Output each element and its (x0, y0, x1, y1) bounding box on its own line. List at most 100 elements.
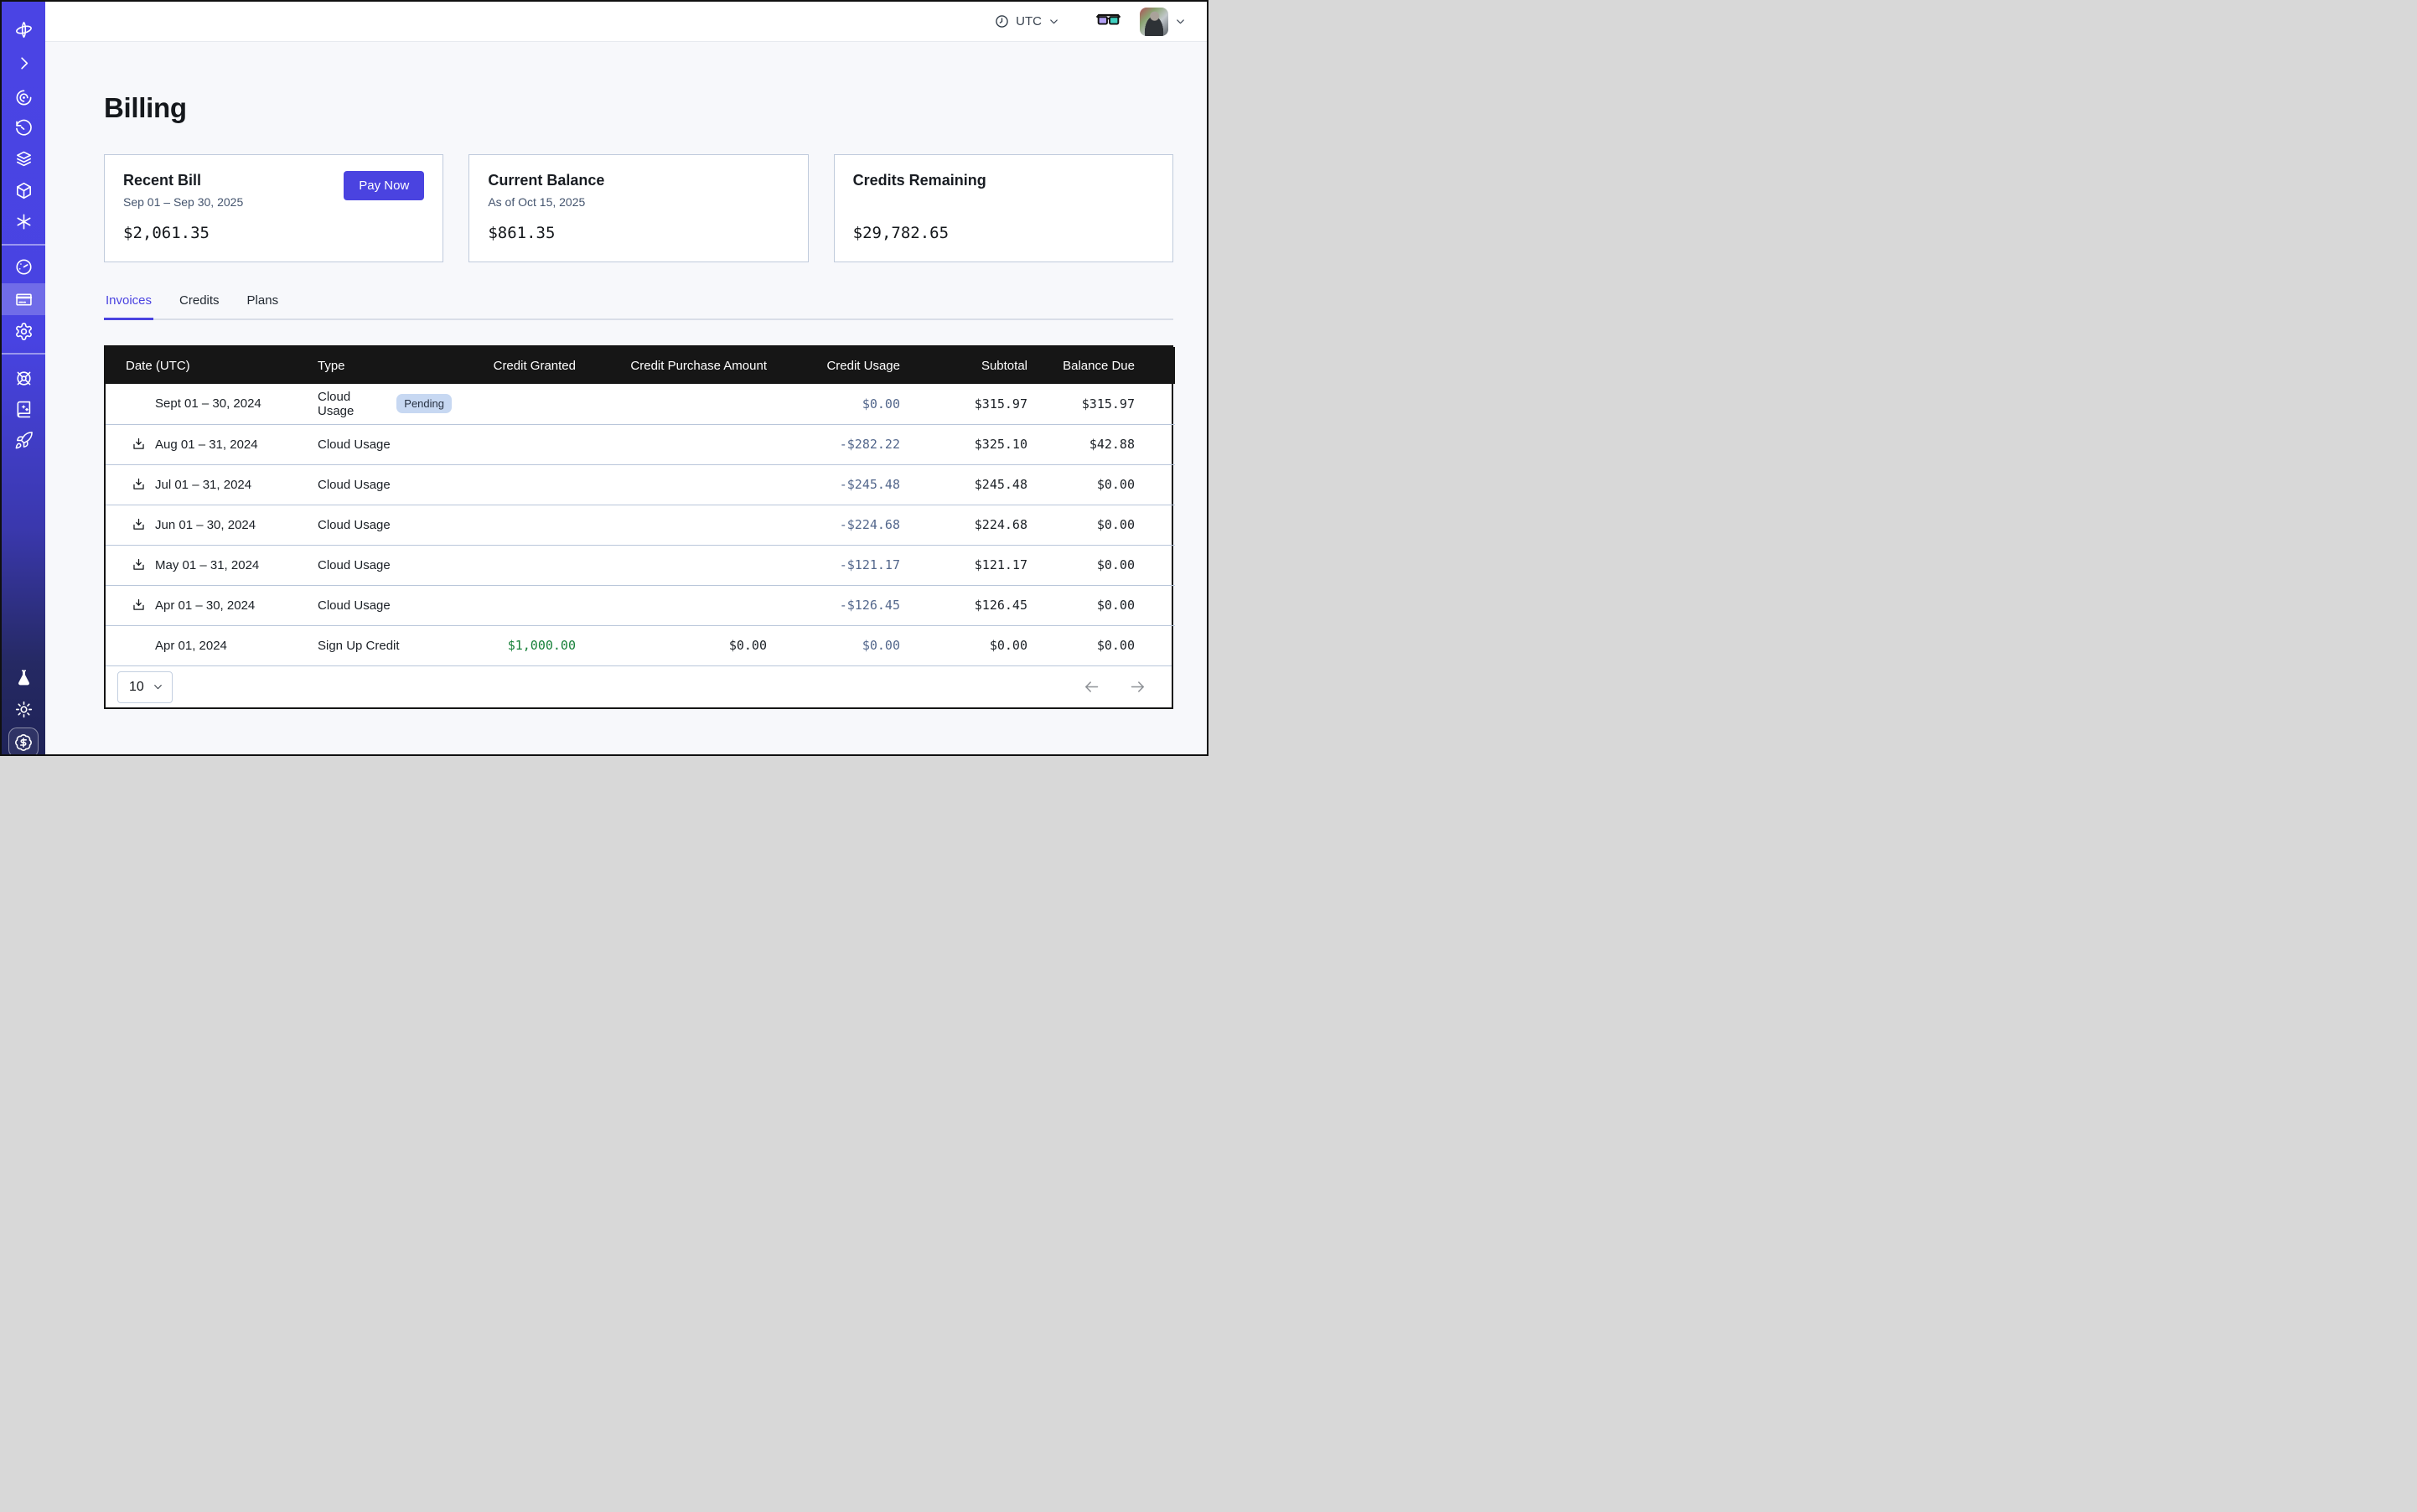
recent-bill-card: Recent Bill Sep 01 – Sep 30, 2025 $2,061… (104, 154, 443, 262)
page-size-select[interactable]: 10 (117, 671, 173, 703)
sidebar-item-labs[interactable] (2, 661, 45, 693)
credit-usage-value: -$126.45 (767, 585, 900, 625)
previous-page-button[interactable] (1083, 678, 1100, 696)
user-menu[interactable] (1140, 8, 1187, 36)
invoice-type: Cloud Usage (318, 478, 391, 492)
credit-usage-value: -$121.17 (767, 545, 900, 585)
pay-now-button[interactable]: Pay Now (344, 171, 424, 200)
credit-purchase-value (576, 384, 767, 424)
current-balance-amount: $861.35 (488, 224, 789, 242)
table-row: Apr 01 – 30, 2024 Cloud Usage -$126.45 $… (106, 585, 1175, 625)
invoice-date: Apr 01, 2024 (155, 639, 227, 653)
subtotal-value: $126.45 (900, 585, 1027, 625)
sidebar-expand[interactable] (2, 47, 45, 79)
credits-remaining-card: Credits Remaining $29,782.65 (834, 154, 1173, 262)
chevron-down-icon (1048, 15, 1060, 28)
sidebar-item-credits[interactable] (8, 728, 39, 756)
invoice-type: Cloud Usage (318, 390, 390, 418)
download-icon (132, 598, 146, 613)
summary-cards: Recent Bill Sep 01 – Sep 30, 2025 $2,061… (104, 154, 1173, 262)
download-invoice-button[interactable] (132, 438, 146, 452)
credit-granted-value (452, 545, 576, 585)
credit-granted-value (452, 464, 576, 505)
sidebar-item-launch[interactable] (2, 424, 45, 456)
history-icon (14, 119, 34, 138)
sidebar-item-observe[interactable] (2, 81, 45, 113)
subtotal-value: $245.48 (900, 464, 1027, 505)
app-window: UTC Billing Recent Bill (0, 0, 1208, 756)
credit-purchase-value (576, 545, 767, 585)
table-footer: 10 (106, 665, 1172, 707)
sidebar-item-docs[interactable] (2, 393, 45, 425)
download-invoice-button[interactable] (132, 598, 146, 613)
clock-icon (994, 13, 1010, 29)
credit-granted-value (452, 384, 576, 424)
next-page-button[interactable] (1129, 678, 1146, 696)
tab-invoices[interactable]: Invoices (104, 293, 153, 318)
credit-usage-value: -$282.22 (767, 424, 900, 464)
table-body: Sept 01 – 30, 2024 Cloud Usage Pending $… (106, 384, 1175, 665)
recent-bill-amount: $2,061.35 (123, 224, 424, 242)
sidebar-item-services[interactable] (2, 205, 45, 237)
pagination-controls (1083, 678, 1146, 696)
invoices-table: Date (UTC)TypeCredit GrantedCredit Purch… (106, 347, 1175, 665)
spacer (853, 195, 1154, 210)
invoice-type: Cloud Usage (318, 598, 391, 613)
dev-glasses-toggle[interactable] (1095, 13, 1121, 30)
page-title: Billing (104, 92, 1173, 124)
sidebar (2, 2, 45, 754)
asterisk-icon (14, 212, 34, 231)
invoice-type: Cloud Usage (318, 518, 391, 532)
credit-usage-value: -$224.68 (767, 505, 900, 545)
credit-usage-value: $0.00 (767, 384, 900, 424)
invoice-date: Apr 01 – 30, 2024 (155, 598, 255, 613)
card-title: Current Balance (488, 172, 789, 189)
chevron-down-icon (1174, 15, 1187, 28)
subtotal-value: $315.97 (900, 384, 1027, 424)
sidebar-item-packages[interactable] (2, 174, 45, 206)
table-row: Jun 01 – 30, 2024 Cloud Usage -$224.68 $… (106, 505, 1175, 545)
sidebar-divider (2, 244, 45, 246)
credit-usage-value: -$245.48 (767, 464, 900, 505)
scan-eye-icon (14, 88, 34, 107)
sidebar-item-layers[interactable] (2, 142, 45, 174)
chevron-down-icon (153, 681, 163, 692)
balance-due-value: $0.00 (1027, 545, 1175, 585)
table-header-row: Date (UTC)TypeCredit GrantedCredit Purch… (106, 347, 1175, 384)
orbit-logo-icon (14, 20, 34, 39)
column-header: Type (318, 347, 452, 384)
download-icon (132, 518, 146, 532)
credit-granted-value: $1,000.00 (452, 625, 576, 665)
balance-due-value: $42.88 (1027, 424, 1175, 464)
invoice-type: Sign Up Credit (318, 639, 400, 653)
table-row: Aug 01 – 31, 2024 Cloud Usage -$282.22 $… (106, 424, 1175, 464)
invoice-date: May 01 – 31, 2024 (155, 558, 259, 572)
timezone-selector[interactable]: UTC (994, 13, 1060, 29)
download-icon (132, 438, 146, 452)
sidebar-item-support[interactable] (2, 362, 45, 394)
invoice-date: Jul 01 – 31, 2024 (155, 478, 251, 492)
download-invoice-button[interactable] (132, 518, 146, 532)
invoice-date: Jun 01 – 30, 2024 (155, 518, 256, 532)
sidebar-item-settings[interactable] (2, 315, 45, 347)
sidebar-logo[interactable] (2, 13, 45, 45)
download-icon (132, 478, 146, 492)
invoice-date: Aug 01 – 31, 2024 (155, 438, 258, 452)
sidebar-item-theme[interactable] (2, 693, 45, 725)
column-header: Credit Purchase Amount (576, 347, 767, 384)
sidebar-item-usage[interactable] (2, 251, 45, 282)
sidebar-item-history[interactable] (2, 112, 45, 144)
tab-credits[interactable]: Credits (178, 293, 221, 318)
table-row: Sept 01 – 30, 2024 Cloud Usage Pending $… (106, 384, 1175, 424)
credit-granted-value (452, 585, 576, 625)
gauge-icon (14, 257, 34, 277)
credit-purchase-value (576, 464, 767, 505)
card-title: Credits Remaining (853, 172, 1154, 189)
column-header: Date (UTC) (106, 347, 318, 384)
subtotal-value: $121.17 (900, 545, 1027, 585)
timezone-label: UTC (1016, 14, 1042, 28)
tab-plans[interactable]: Plans (246, 293, 281, 318)
download-invoice-button[interactable] (132, 478, 146, 492)
sidebar-item-billing[interactable] (2, 283, 45, 315)
download-invoice-button[interactable] (132, 558, 146, 572)
